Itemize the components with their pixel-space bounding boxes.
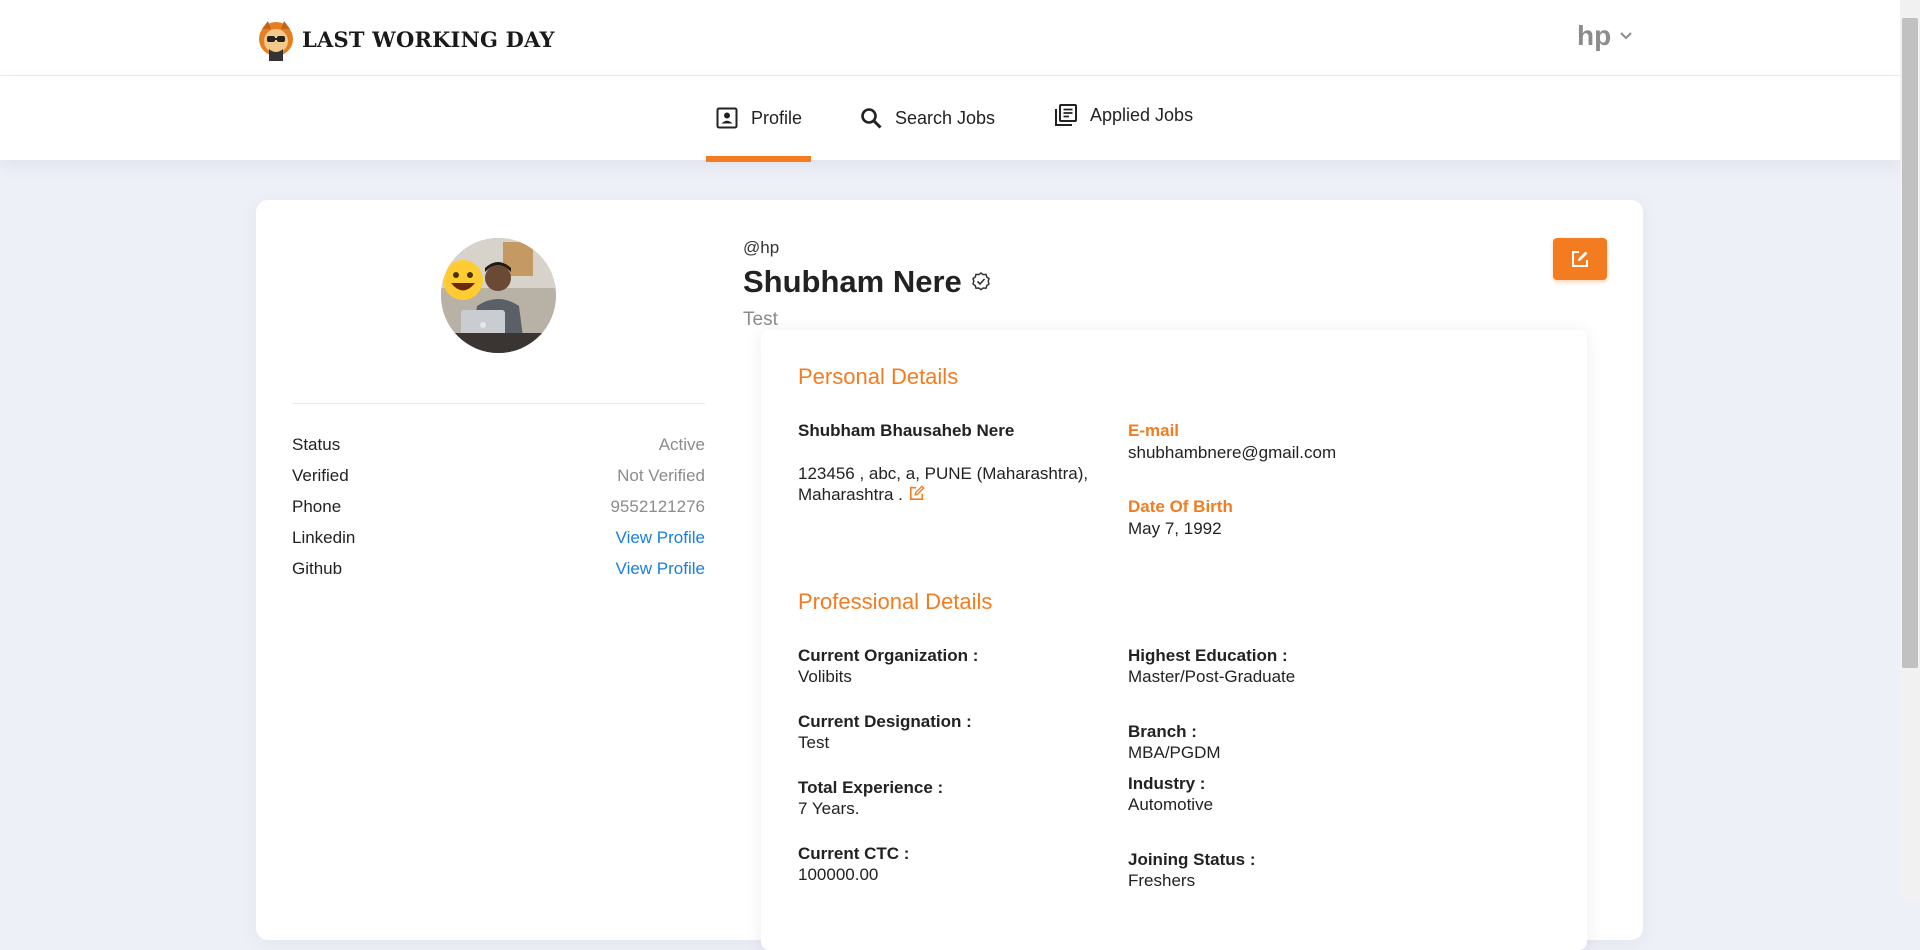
profile-name: Shubham Nere [743,264,962,299]
scrollbar-thumb[interactable] [1902,18,1918,668]
info-label: Verified [292,466,349,485]
field-label: Highest Education : [1128,646,1288,665]
professional-details-title: Professional Details [798,589,993,614]
info-label: Github [292,559,343,578]
field-label: Branch : [1128,722,1197,741]
logo-text: LAST WORKING DAY [302,26,555,52]
full-name: Shubham Bhausaheb Nere [798,421,1015,440]
field-label: Industry : [1128,774,1206,793]
highest-education: Highest Education : Master/Post-Graduate [1128,645,1295,687]
branch: Branch : MBA/PGDM [1128,721,1221,763]
tab-applied-jobs[interactable]: Applied Jobs [1054,73,1193,157]
field-label: Joining Status : [1128,850,1256,869]
field-value: Test [798,733,830,752]
current-organization: Current Organization : Volibits [798,645,978,687]
tab-label: Applied Jobs [1090,104,1194,125]
tab-label: Search Jobs [895,107,996,128]
dob-value: May 7, 1992 [1128,519,1222,538]
username: hp [1577,20,1612,51]
status-value: Active [658,435,705,454]
logo[interactable]: LAST WORKING DAY [256,17,555,61]
edit-icon [1572,251,1588,267]
chevron-down-icon [1620,32,1632,40]
edit-profile-button[interactable] [1553,238,1607,280]
tab-label: Profile [750,107,803,128]
field-label: Total Experience : [798,778,944,797]
top-header: LAST WORKING DAY hp [0,0,1900,76]
field-value: 100000.00 [798,865,879,884]
email-value: shubhambnere@gmail.com [1128,443,1337,462]
info-row-status: Status Active [292,432,705,463]
current-designation: Current Designation : Test [798,711,972,753]
avatar-photo [441,238,556,353]
info-row-phone: Phone 9552121276 [292,494,705,525]
info-row-github: Github View Profile [292,556,705,587]
verified-value: Not Verified [617,466,705,485]
field-value: 7 Years. [798,799,860,818]
page-scrollbar[interactable] [1900,0,1920,901]
field-value: MBA/PGDM [1128,743,1221,762]
phone-value: 9552121276 [610,497,705,516]
joining-status: Joining Status : Freshers [1128,849,1256,891]
field-value: Freshers [1128,871,1196,890]
profile-icon [716,107,738,129]
profile-designation: Test [743,309,778,330]
info-label: Status [292,435,341,454]
verified-badge-icon [971,272,990,291]
email-label: E-mail [1128,421,1180,440]
field-value: Master/Post-Graduate [1128,667,1296,686]
logo-mascot-icon [259,21,293,61]
user-menu[interactable]: hp [1577,20,1633,52]
dob-label: Date Of Birth [1128,497,1233,516]
github-link[interactable]: View Profile [616,556,705,587]
info-row-verified: Verified Not Verified [292,463,705,494]
main-nav: Profile Search Jobs Applied Jobs [0,73,1900,162]
avatar[interactable] [441,238,556,353]
address-block: 123456 , abc, a, PUNE (Maharashtra), Mah… [798,463,1118,506]
info-row-linkedin: Linkedin View Profile [292,525,705,556]
info-label: Linkedin [292,528,356,547]
tab-profile[interactable]: Profile [706,76,811,162]
list-icon [1055,104,1077,126]
search-icon [861,108,882,129]
total-experience: Total Experience : 7 Years. [798,777,943,819]
personal-details-title: Personal Details [798,364,959,389]
linkedin-link[interactable]: View Profile [616,525,705,556]
address-text: 123456 , abc, a, PUNE (Maharashtra), Mah… [798,464,1089,504]
profile-info-list: Status Active Verified Not Verified Phon… [292,432,705,587]
field-value: Volibits [798,667,852,686]
current-ctc: Current CTC : 100000.00 [798,843,909,885]
profile-name-row: Shubham Nere [743,264,992,300]
field-label: Current Organization : [798,646,979,665]
field-label: Current CTC : [798,844,910,863]
edit-address-icon[interactable] [908,485,926,506]
industry: Industry : Automotive [1128,773,1213,815]
tab-search-jobs[interactable]: Search Jobs [859,76,995,160]
info-label: Phone [292,497,342,516]
field-label: Current Designation : [798,712,972,731]
sidebar-divider [292,403,705,404]
user-handle: @hp [743,238,780,257]
field-value: Automotive [1128,795,1214,814]
